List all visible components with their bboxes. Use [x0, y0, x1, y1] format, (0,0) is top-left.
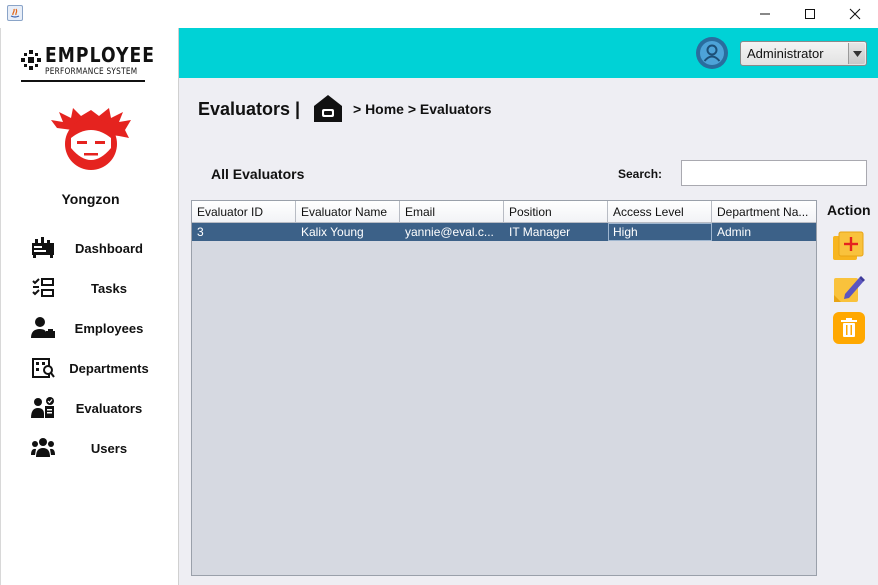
- add-icon[interactable]: [833, 230, 865, 262]
- user-account-icon[interactable]: [696, 37, 728, 69]
- sidebar-item-departments[interactable]: Departments: [29, 353, 169, 383]
- sidebar-item-tasks[interactable]: Tasks: [29, 273, 169, 303]
- column-header-email[interactable]: Email: [400, 201, 504, 223]
- sidebar-item-label: Tasks: [91, 280, 127, 296]
- sidebar-item-evaluators[interactable]: Evaluators: [29, 393, 169, 423]
- table-cell[interactable]: Kalix Young: [296, 223, 400, 241]
- sidebar-item-label: Dashboard: [75, 240, 143, 256]
- sidebar-item-dashboard[interactable]: Dashboard: [29, 233, 169, 263]
- role-dropdown[interactable]: Administrator: [740, 41, 867, 66]
- column-header-evaluator-id[interactable]: Evaluator ID: [192, 201, 296, 223]
- java-app-icon: [7, 5, 23, 21]
- section-title: All Evaluators: [211, 166, 305, 182]
- main-content: Evaluators | > Home > Evaluators All Eva…: [179, 78, 878, 585]
- logo-mark-icon: [21, 50, 41, 70]
- employees-icon: [29, 316, 57, 340]
- username: Yongzon: [61, 191, 120, 207]
- users-icon: [29, 436, 57, 460]
- action-label: Action: [827, 202, 871, 218]
- app-logo: EMPLOYEE PERFORMANCE SYSTEM: [21, 43, 154, 83]
- logo-subtitle: PERFORMANCE SYSTEM: [45, 67, 138, 77]
- header-bar: Administrator: [179, 28, 878, 78]
- column-header-access-level[interactable]: Access Level: [608, 201, 712, 223]
- column-header-evaluator-name[interactable]: Evaluator Name: [296, 201, 400, 223]
- sidebar-item-label: Employees: [74, 320, 144, 336]
- maximize-icon[interactable]: [787, 0, 833, 28]
- table-row[interactable]: 3 Kalix Young yannie@eval.c... IT Manage…: [192, 223, 816, 241]
- table-cell[interactable]: 3: [192, 223, 296, 241]
- search-label: Search:: [618, 167, 663, 181]
- page-title: Evaluators |: [198, 99, 301, 119]
- table-cell[interactable]: Admin: [712, 223, 816, 241]
- user-avatar-icon: [51, 108, 131, 170]
- breadcrumb: > Home > Evaluators: [353, 101, 492, 117]
- sidebar-item-label: Departments: [69, 360, 149, 376]
- home-icon[interactable]: [313, 94, 343, 123]
- evaluators-table[interactable]: Evaluator ID Evaluator Name Email Positi…: [191, 200, 817, 576]
- role-dropdown-value: Administrator: [747, 46, 824, 61]
- chevron-down-icon[interactable]: [848, 43, 865, 64]
- column-header-position[interactable]: Position: [504, 201, 608, 223]
- sidebar-item-label: Users: [90, 440, 128, 456]
- column-header-department-name[interactable]: Department Na...: [712, 201, 816, 223]
- evaluators-icon: [29, 396, 57, 420]
- window-titlebar: [0, 0, 878, 28]
- edit-icon[interactable]: [833, 272, 865, 304]
- close-icon[interactable]: [832, 0, 878, 28]
- logo-underline: [21, 80, 145, 82]
- logo-title: EMPLOYEE: [45, 43, 156, 67]
- table-cell[interactable]: yannie@eval.c...: [400, 223, 504, 241]
- search-input[interactable]: [681, 160, 867, 186]
- minimize-icon[interactable]: [742, 0, 788, 28]
- departments-icon: [29, 356, 57, 380]
- tasks-icon: [29, 276, 57, 300]
- delete-icon[interactable]: [833, 312, 865, 344]
- sidebar-item-users[interactable]: Users: [29, 433, 169, 463]
- table-cell[interactable]: High: [608, 223, 712, 241]
- table-header: Evaluator ID Evaluator Name Email Positi…: [192, 201, 816, 223]
- dashboard-icon: [29, 236, 57, 260]
- table-cell[interactable]: IT Manager: [504, 223, 608, 241]
- sidebar-item-label: Evaluators: [75, 400, 143, 416]
- sidebar: EMPLOYEE PERFORMANCE SYSTEM Yongzon Dash…: [0, 28, 179, 585]
- sidebar-item-employees[interactable]: Employees: [29, 313, 169, 343]
